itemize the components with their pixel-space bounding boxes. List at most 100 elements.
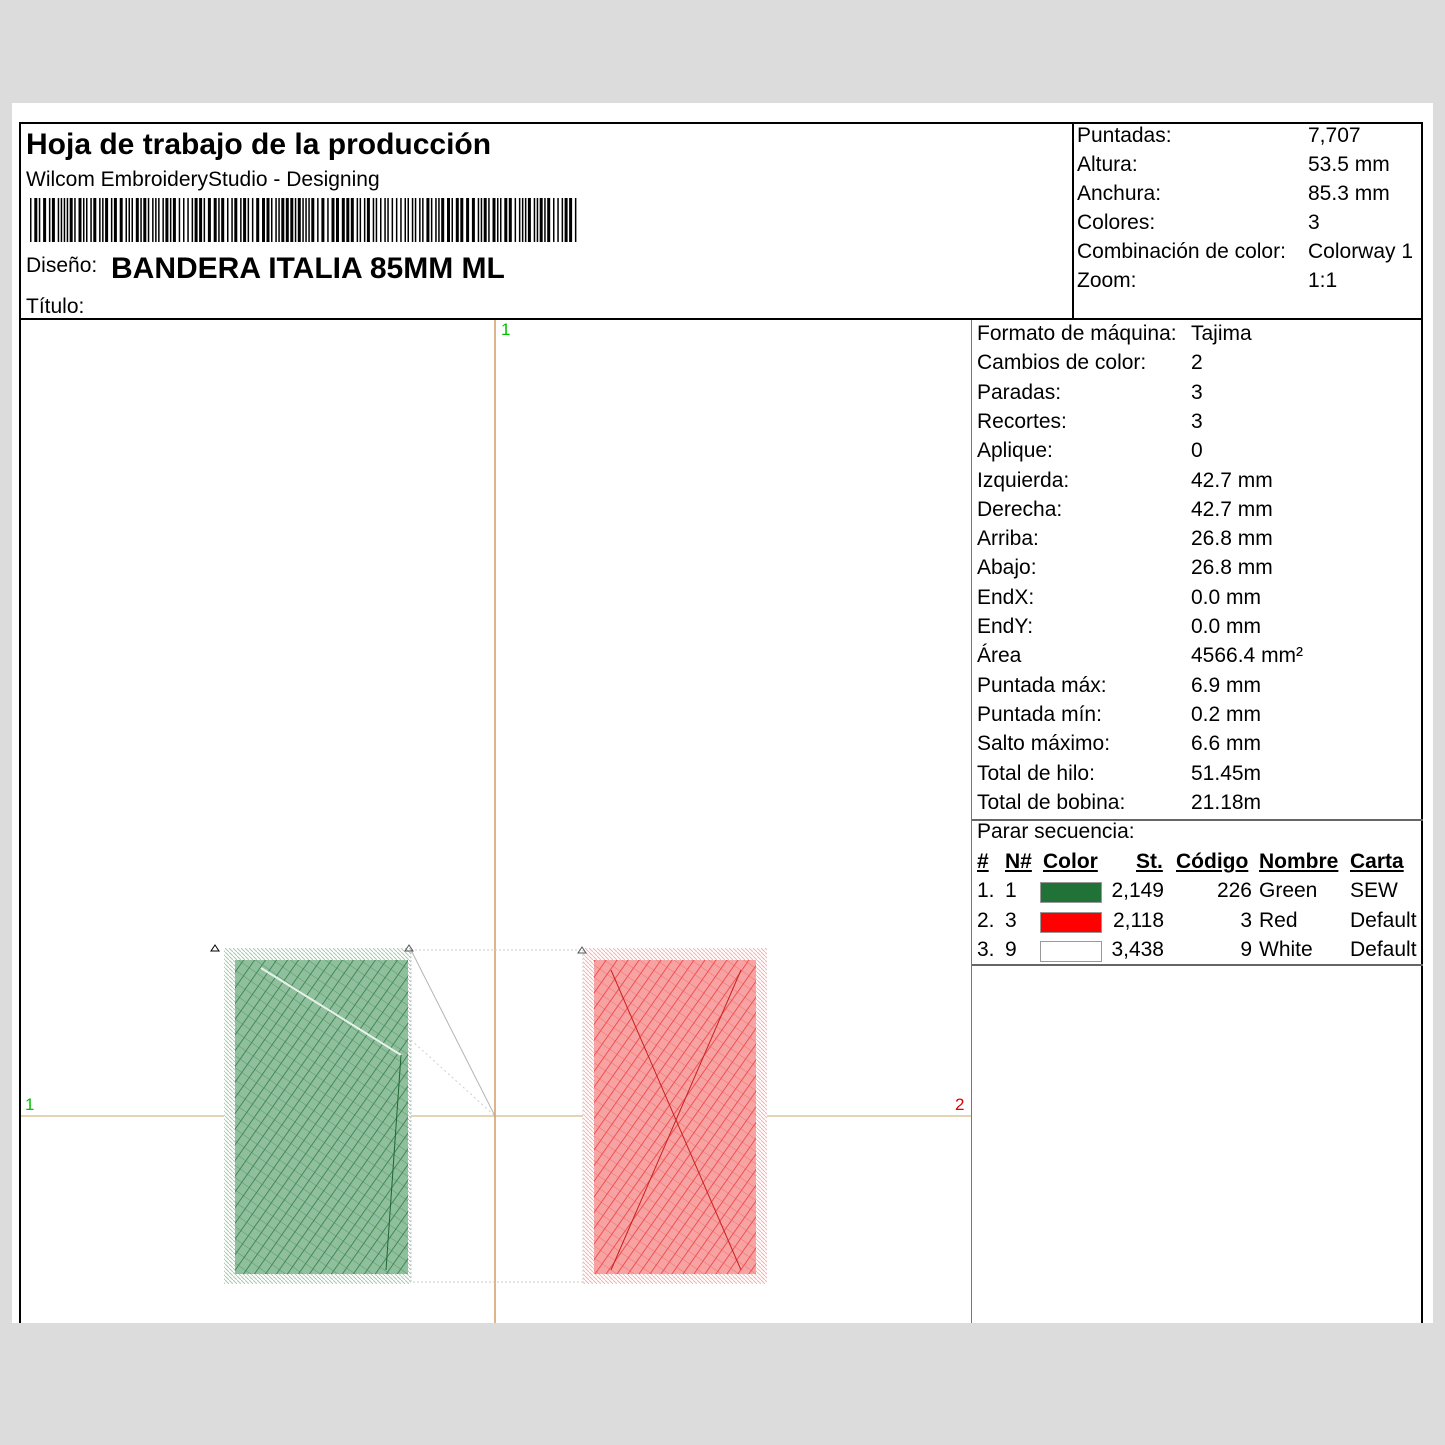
summary-label: Colores: [1077,211,1156,234]
detail-row: EndY: 0.0 mm [977,615,1261,639]
worksheet-body: 1 1 2 Formato de máquina: Tajima Cambios d… [19,320,1423,1323]
seq-stitches: 3,438 [1111,938,1164,961]
seq-needle: 1 [1005,879,1017,902]
worksheet-header: Hoja de trabajo de la producción Wilcom … [19,122,1423,320]
detail-row: Cambios de color: 2 [977,351,1203,375]
summary-box: Puntadas: 7,707 Altura: 53.5 mm Anchura:… [1072,124,1421,318]
software-name: Wilcom EmbroideryStudio - Designing [26,168,380,191]
detail-value: 26.8 mm [1191,556,1273,580]
detail-label: Derecha: [977,497,1063,521]
col-num-header: # [977,850,989,873]
seq-name: Red [1259,908,1298,932]
title-label: Título: [26,295,85,318]
col-code-header: Código [1176,850,1249,873]
seq-stitches: 2,149 [1111,879,1164,902]
detail-row: Recortes: 3 [977,409,1203,434]
seq-num: 3. [977,938,995,961]
axis-label-right: 2 [955,1095,965,1114]
summary-row: Altura: 53.5 mm [1077,153,1390,182]
detail-label: EndX: [977,585,1035,609]
start-marker-icon [210,944,220,952]
green-stripe [224,948,411,1284]
detail-row: Área 4566.4 mm² [977,644,1303,668]
detail-value: 0.0 mm [1191,615,1262,638]
detail-row: Formato de máquina: Tajima [977,322,1252,346]
detail-row: EndX: 0.0 mm [977,585,1261,610]
detail-value: 6.9 mm [1191,673,1262,697]
detail-value: 2 [1191,351,1203,375]
summary-label: Anchura: [1077,182,1162,205]
detail-value: 0 [1191,439,1203,463]
seq-name: Green [1259,879,1318,902]
detail-label: Formato de máquina: [977,322,1177,345]
detail-row: Puntada mín: 0.2 mm [977,703,1261,727]
summary-row: Anchura: 85.3 mm [1077,182,1390,211]
summary-value: 53.5 mm [1308,153,1390,176]
summary-value: Colorway 1 [1308,240,1414,263]
design-name: BANDERA ITALIA 85MM ML [111,252,505,285]
seq-code: 226 [1216,879,1252,902]
red-stripe [583,948,767,1284]
summary-label: Puntadas: [1077,124,1172,147]
summary-value: 85.3 mm [1308,182,1390,205]
col-name-header: Nombre [1259,850,1339,873]
detail-label: Total de bobina: [977,790,1126,814]
detail-label: Puntada máx: [977,673,1107,697]
seq-chart: SEW [1350,879,1398,902]
detail-label: Total de hilo: [977,761,1095,785]
col-n-header: N# [1005,850,1032,873]
seq-num: 2. [977,908,995,932]
seq-num: 1. [977,879,995,902]
summary-row: Puntadas: 7,707 [1077,124,1361,153]
design-preview: 1 1 2 [21,320,971,1323]
barcode [30,198,577,242]
detail-value: Tajima [1191,322,1252,345]
detail-row: Arriba: 26.8 mm [977,527,1273,551]
axis-label-left: 1 [25,1095,35,1114]
col-stitches-header: St. [1136,850,1163,873]
detail-label: Arriba: [977,527,1039,551]
detail-label: EndY: [977,615,1034,638]
detail-value: 3 [1191,380,1203,404]
seq-stitches: 2,118 [1113,908,1164,932]
detail-value: 51.45m [1191,761,1262,785]
color-swatch [1040,911,1102,933]
detail-row: Total de hilo: 51.45m [977,761,1261,786]
col-color-header: Color [1043,850,1098,873]
seq-code: 3 [1240,908,1252,932]
summary-value: 1:1 [1308,269,1338,292]
detail-value: 0.2 mm [1191,702,1262,726]
color-swatch [1040,941,1102,962]
seq-name: White [1259,938,1313,961]
seq-code: 9 [1240,938,1252,961]
seq-needle: 3 [1005,908,1017,932]
worksheet-title: Hoja de trabajo de la producción [26,128,492,161]
divider [972,964,1423,966]
detail-label: Salto máximo: [977,732,1111,756]
summary-row: Colores: 3 [1077,211,1320,240]
detail-label: Izquierda: [977,468,1070,492]
seq-needle: 9 [1005,938,1017,961]
detail-row: Total de bobina: 21.18m [977,790,1261,815]
detail-row: Puntada máx: 6.9 mm [977,673,1261,698]
seq-chart: Default [1350,938,1417,961]
detail-value: 0.0 mm [1191,585,1262,609]
detail-row: Izquierda: 42.7 mm [977,468,1273,493]
detail-label: Área [977,644,1022,668]
summary-value: 3 [1308,211,1320,234]
detail-value: 6.6 mm [1191,732,1262,756]
design-preview-svg [21,320,971,1323]
color-swatch [1040,882,1102,903]
detail-row: Paradas: 3 [977,381,1203,405]
detail-row: Derecha: 42.7 mm [977,497,1273,522]
detail-row: Abajo: 26.8 mm [977,556,1273,580]
detail-value: 21.18m [1191,790,1262,814]
design-label: Diseño: [26,254,98,277]
detail-value: 42.7 mm [1191,497,1273,521]
sequence-title: Parar secuencia: [977,820,1135,843]
summary-label: Combinación de color: [1077,240,1286,263]
summary-row: Combinación de color: Colorway 1 [1077,240,1413,269]
detail-value: 26.8 mm [1191,527,1273,551]
detail-label: Aplique: [977,439,1053,463]
detail-label: Recortes: [977,409,1067,433]
